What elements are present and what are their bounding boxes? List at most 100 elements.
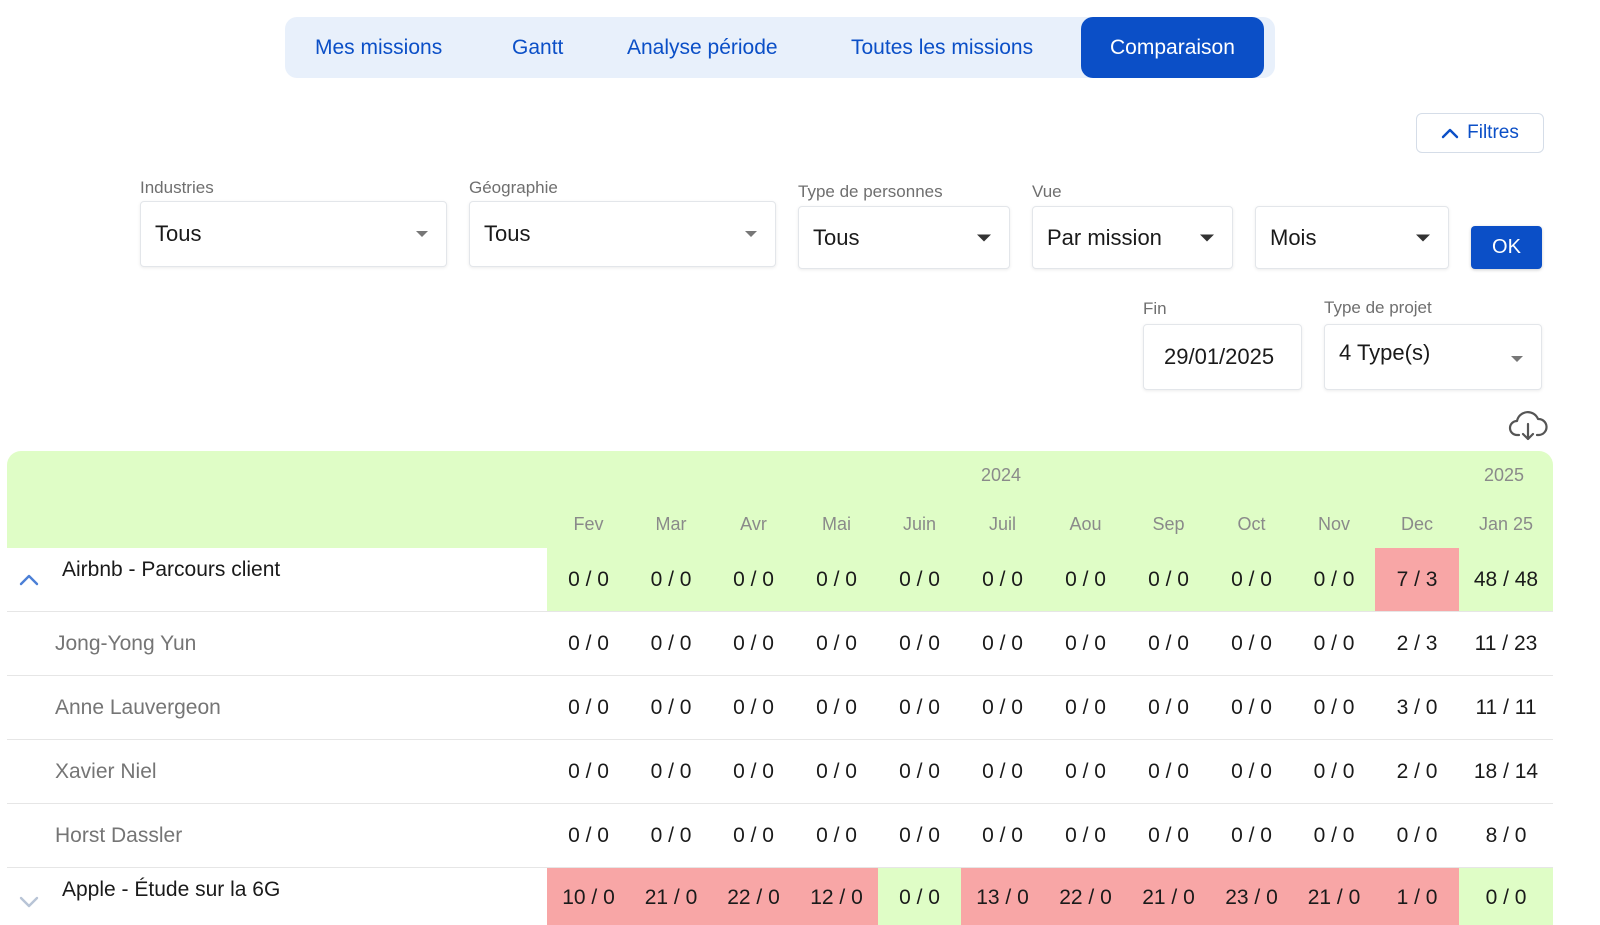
table-cell: 8 / 0 [1485, 823, 1527, 847]
table-cell: 0 / 0 [1313, 695, 1355, 719]
table-cell: 0 / 0 [1065, 823, 1106, 847]
person-row: Jong-Yong Yun 0 / 0 0 / 0 0 / 0 0 / 0 0 / 0 0 … [7, 612, 1553, 676]
table-cell: 0 / 0 [1231, 695, 1272, 719]
industries-select[interactable]: Tous [140, 201, 447, 267]
table-cell: 48 / 48 [1459, 548, 1553, 611]
mission-name: Apple - Étude sur la 6G [62, 878, 281, 901]
vue-select[interactable]: Par mission [1032, 206, 1233, 269]
table-cell: 0 / 0 [650, 695, 692, 719]
tab-analyse-periode[interactable]: Analyse période [627, 17, 778, 78]
table-cell: 0 / 0 [1148, 759, 1189, 783]
table-cell: 22 / 0 [1044, 868, 1127, 925]
table-cell: 0 / 0 [1127, 548, 1210, 611]
month-header: Avr [740, 514, 767, 534]
vue-value: Par mission [1047, 224, 1162, 250]
industries-value: Tous [155, 221, 202, 246]
table-cell: 11 / 11 [1475, 695, 1537, 719]
table-cell: 13 / 0 [961, 868, 1044, 925]
geographie-select[interactable]: Tous [469, 201, 776, 267]
table-cell: 0 / 0 [1210, 548, 1293, 611]
table-cell: 0 / 0 [650, 823, 692, 847]
month-header: Juil [988, 514, 1016, 534]
vue-label: Vue [1032, 182, 1062, 201]
dropdown-arrow-icon [745, 231, 757, 237]
year-label: 2024 [981, 465, 1022, 485]
person-row: Xavier Niel 0 / 0 0 / 0 0 / 0 0 / 0 0 / 0 0 / … [7, 740, 1553, 804]
table-cell: 0 / 0 [816, 759, 857, 783]
table-cell: 0 / 0 [982, 631, 1023, 655]
geographie-label: Géographie [469, 178, 558, 197]
dropdown-arrow-icon [416, 231, 428, 237]
table-cell: 22 / 0 [712, 868, 795, 925]
table-cell: 0 / 0 [1396, 823, 1438, 847]
table-cell: 0 / 0 [712, 548, 795, 611]
table-cell: 7 / 3 [1375, 548, 1459, 611]
table-cell: 0 / 0 [899, 631, 940, 655]
tab-toutes-les-missions[interactable]: Toutes les missions [851, 17, 1033, 78]
table-cell: 0 / 0 [961, 548, 1044, 611]
table-cell: 0 / 0 [1065, 631, 1106, 655]
view-tabs: Mes missions Gantt Analyse période Toute… [285, 17, 1275, 78]
table-cell: 0 / 0 [816, 631, 857, 655]
month-header: Dec [1400, 514, 1433, 534]
table-cell: 0 / 0 [795, 548, 878, 611]
tab-comparaison[interactable]: Comparaison [1081, 17, 1264, 78]
table-cell: 0 / 0 [1231, 631, 1272, 655]
comparison-table: 2024 2025 Fev Mar Avr Mai Juin Juil Aou Sep Oct N… [7, 451, 1553, 925]
chevron-up-icon[interactable] [18, 573, 40, 587]
table-cell: 0 / 0 [878, 548, 961, 611]
mission-row[interactable]: Apple - Étude sur la 6G 10 / 0 21 / 0 22 / … [7, 868, 1553, 925]
month-header: Mar [655, 514, 687, 534]
month-header: Mai [821, 514, 851, 534]
month-header: Nov [1317, 514, 1350, 534]
type-personnes-value: Tous [813, 224, 860, 250]
table-cell: 18 / 14 [1473, 759, 1539, 783]
table-cell: 2 / 3 [1396, 631, 1438, 655]
table-cell: 0 / 0 [733, 823, 774, 847]
type-projet-select[interactable]: 4 Type(s) [1324, 324, 1542, 390]
table-cell: 0 / 0 [547, 548, 630, 611]
period-value: Mois [1270, 224, 1317, 250]
cloud-download-icon[interactable] [1508, 410, 1548, 442]
table-cell: 1 / 0 [1375, 868, 1459, 925]
table-cell: 0 / 0 [878, 868, 961, 925]
table-cell: 0 / 0 [650, 759, 692, 783]
filters-toggle-button[interactable]: Filtres [1416, 113, 1544, 153]
chevron-down-icon[interactable] [18, 895, 40, 909]
ok-button[interactable]: OK [1471, 226, 1542, 269]
dropdown-arrow-icon [1511, 356, 1523, 362]
table-cell: 0 / 0 [982, 759, 1023, 783]
type-projet-label: Type de projet [1324, 298, 1432, 317]
dropdown-arrow-icon [977, 234, 991, 241]
table-cell: 0 / 0 [816, 695, 857, 719]
person-name: Horst Dassler [55, 823, 183, 847]
table-cell: 0 / 0 [899, 695, 940, 719]
type-personnes-label: Type de personnes [798, 182, 943, 201]
industries-label: Industries [140, 178, 214, 197]
table-cell: 0 / 0 [982, 823, 1023, 847]
tab-mes-missions[interactable]: Mes missions [315, 17, 442, 78]
period-select[interactable]: Mois [1255, 206, 1449, 269]
table-cell: 21 / 0 [1293, 868, 1375, 925]
table-cell: 0 / 0 [1044, 548, 1127, 611]
fin-date-input[interactable]: 29/01/2025 [1143, 324, 1302, 390]
table-cell: 0 / 0 [1148, 695, 1189, 719]
type-personnes-select[interactable]: Tous [798, 206, 1010, 269]
table-cell: 0 / 0 [568, 631, 609, 655]
tab-gantt[interactable]: Gantt [512, 17, 563, 78]
table-cell: 0 / 0 [568, 695, 609, 719]
table-cell: 0 / 0 [1065, 695, 1106, 719]
table-cell: 0 / 0 [982, 695, 1023, 719]
table-cell: 11 / 23 [1474, 631, 1538, 655]
table-cell: 0 / 0 [899, 759, 940, 783]
table-cell: 0 / 0 [1231, 823, 1272, 847]
table-cell: 0 / 0 [816, 823, 857, 847]
table-cell: 10 / 0 [547, 868, 630, 925]
table-cell: 0 / 0 [733, 759, 774, 783]
table-cell: 21 / 0 [1127, 868, 1210, 925]
table-cell: 0 / 0 [1148, 823, 1189, 847]
table-cell: 0 / 0 [1065, 759, 1106, 783]
dropdown-arrow-icon [1200, 234, 1214, 241]
month-header: Sep [1152, 514, 1185, 534]
mission-row[interactable]: Airbnb - Parcours client 0 / 00 / 00 / 00… [7, 548, 1553, 612]
